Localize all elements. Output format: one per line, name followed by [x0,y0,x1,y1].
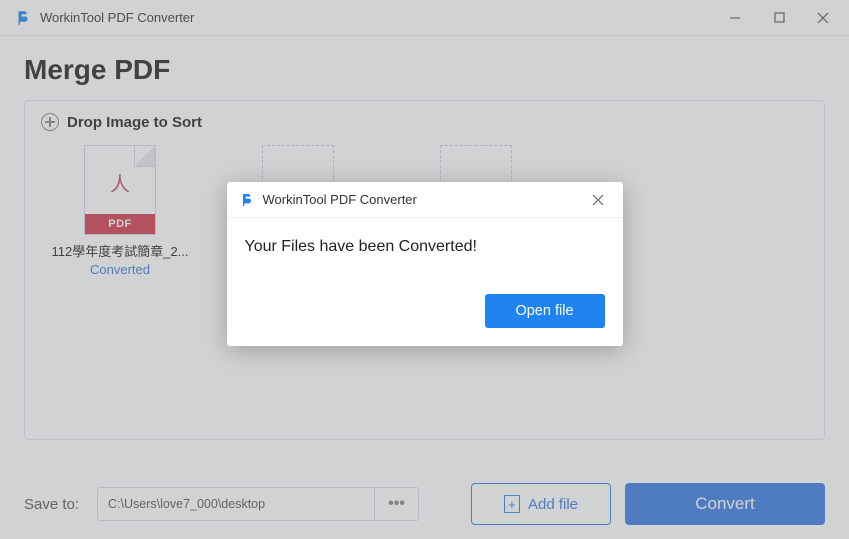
modal-titlebar: WorkinTool PDF Converter [227,182,623,218]
modal-body: Your Files have been Converted! Open fil… [227,218,623,346]
modal-message: Your Files have been Converted! [245,238,605,256]
modal-dialog: WorkinTool PDF Converter Your Files have… [227,182,623,346]
modal-close-button[interactable] [583,185,613,215]
modal-title: WorkinTool PDF Converter [263,192,417,207]
open-file-button[interactable]: Open file [485,294,605,328]
app-logo-icon [239,192,255,208]
modal-overlay: WorkinTool PDF Converter Your Files have… [0,0,849,539]
